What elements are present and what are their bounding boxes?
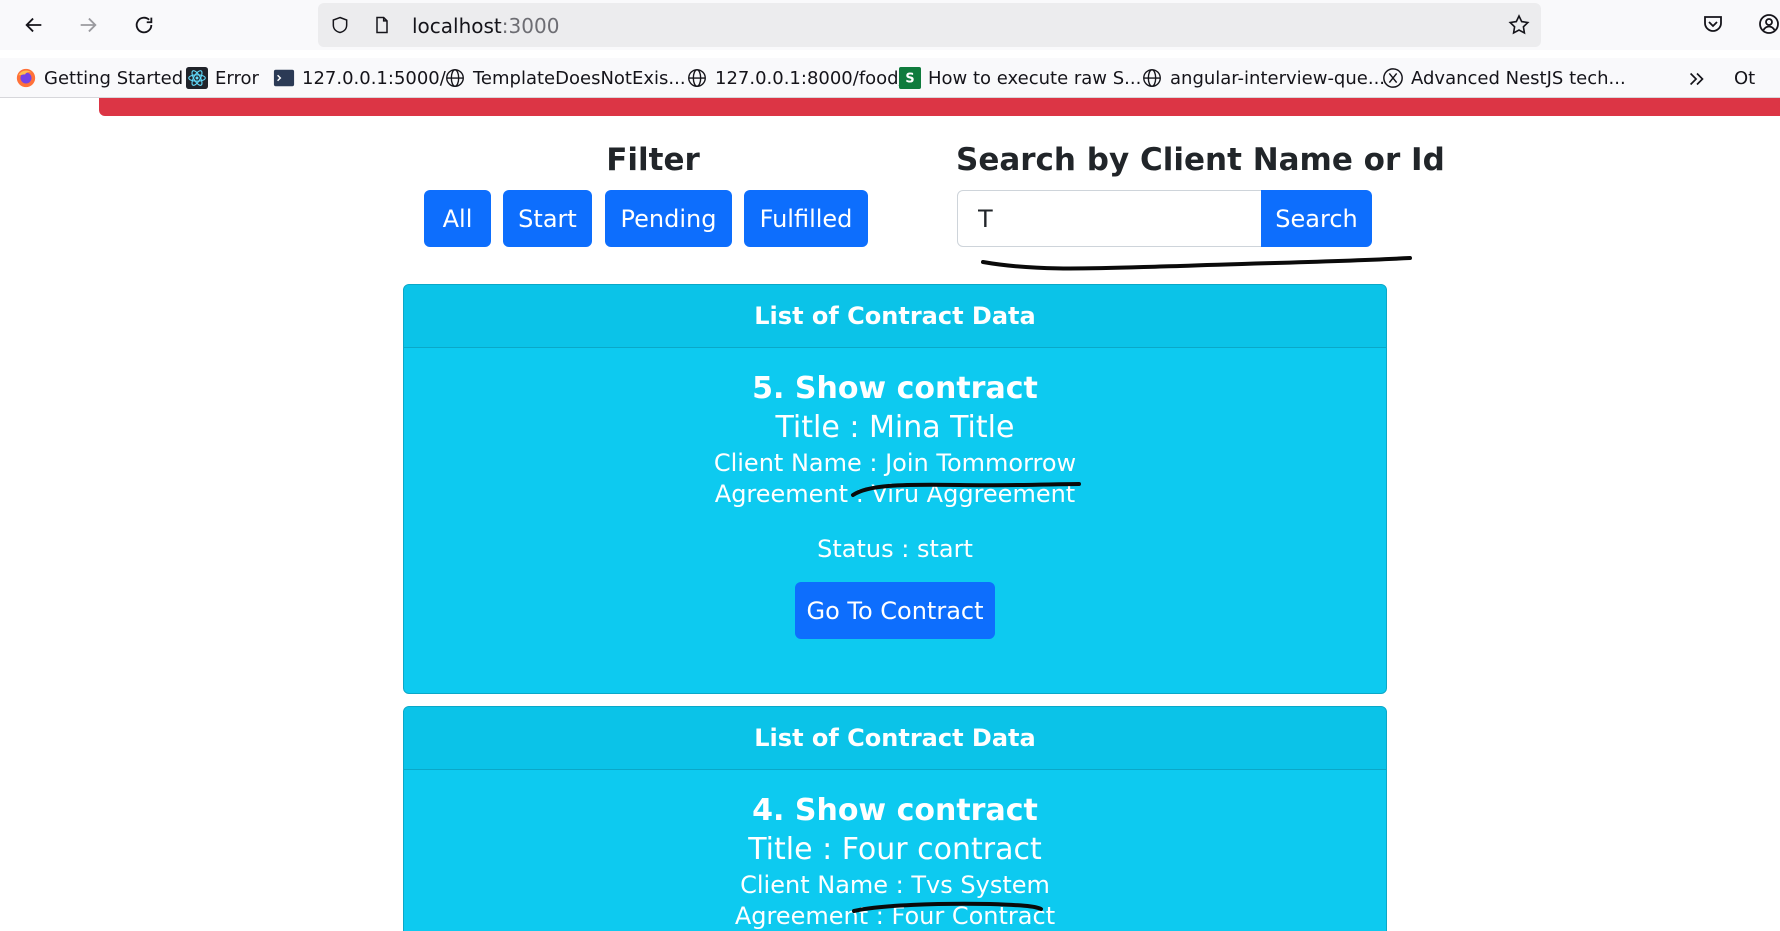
globe-icon: [1143, 69, 1161, 87]
pocket-icon[interactable]: [1701, 12, 1725, 36]
card-header: List of Contract Data: [404, 707, 1386, 770]
chevron-double-right-icon[interactable]: [1686, 68, 1708, 90]
filter-title: Filter: [606, 142, 700, 178]
page-icon[interactable]: [372, 15, 392, 35]
back-arrow-icon[interactable]: [19, 10, 49, 40]
reload-icon[interactable]: [129, 10, 159, 40]
filter-pending-button[interactable]: Pending: [605, 190, 732, 247]
card-header: List of Contract Data: [404, 285, 1386, 348]
card-body: 5. Show contract Title : Mina Title Clie…: [404, 371, 1386, 639]
filter-all-button[interactable]: All: [424, 190, 491, 247]
search-button[interactable]: Search: [1261, 190, 1372, 247]
bookmark-advanced-nestjs[interactable]: Advanced NestJS tech...: [1382, 63, 1626, 93]
other-bookmarks-label: Ot: [1734, 67, 1756, 89]
firefox-icon: [16, 68, 36, 88]
contract-card: List of Contract Data 4. Show contract T…: [403, 706, 1387, 931]
bookmark-execute-raw-sql[interactable]: S How to execute raw S...: [899, 63, 1141, 93]
contract-title: Title : Four contract: [748, 832, 1042, 867]
bookmark-getting-started[interactable]: Getting Started: [15, 63, 183, 93]
url-host: localhost: [412, 14, 502, 38]
search-title: Search by Client Name or Id: [956, 142, 1445, 178]
account-icon[interactable]: [1757, 12, 1780, 36]
bookmark-localhost-8000-food[interactable]: 127.0.0.1:8000/food/: [686, 63, 905, 93]
x-icon: [1383, 68, 1403, 88]
url-port: :3000: [501, 14, 560, 38]
react-icon: [186, 67, 208, 89]
browser-toolbar: localhost:3000: [0, 0, 1780, 50]
bookmark-angular-interview[interactable]: angular-interview-que...: [1141, 63, 1385, 93]
bookmark-label: 127.0.0.1:8000/food/: [715, 67, 905, 89]
contract-title: Title : Mina Title: [775, 410, 1015, 445]
bookmark-label: Error: [215, 67, 259, 89]
bookmark-localhost-5000[interactable]: 127.0.0.1:5000/: [273, 63, 446, 93]
contract-agreement: Agreement : Four Contract: [734, 902, 1056, 930]
contract-card: List of Contract Data 5. Show contract T…: [403, 284, 1387, 694]
s-icon: S: [899, 67, 921, 89]
contract-agreement: Agreement : Viru Aggreement: [714, 480, 1076, 508]
svg-text:S: S: [905, 72, 914, 87]
contract-status: Status : start: [817, 535, 973, 563]
alert-strip: [99, 98, 1780, 116]
globe-icon: [446, 69, 464, 87]
search-input[interactable]: [957, 190, 1262, 247]
contract-client-name: Client Name : Join Tommorrow: [713, 449, 1077, 477]
globe-icon: [688, 69, 706, 87]
search-underline-annotation: [981, 256, 1412, 271]
terminal-icon: [273, 69, 295, 87]
bookmark-label: TemplateDoesNotExis...: [473, 67, 686, 89]
contract-heading: 5. Show contract: [752, 371, 1038, 406]
contract-heading: 4. Show contract: [752, 793, 1038, 828]
bookmark-label: angular-interview-que...: [1170, 67, 1386, 89]
shield-icon[interactable]: [330, 15, 350, 35]
bookmark-template-does-not-exist[interactable]: TemplateDoesNotExis...: [444, 63, 686, 93]
contract-client-name: Client Name : Tvs System: [740, 871, 1050, 899]
filter-fulfilled-button[interactable]: Fulfilled: [744, 190, 868, 247]
other-bookmarks[interactable]: Ot: [1728, 63, 1755, 93]
bookmark-label: Getting Started: [44, 67, 184, 89]
forward-arrow-icon[interactable]: [73, 10, 103, 40]
url-text[interactable]: localhost:3000: [412, 14, 559, 38]
filter-start-button[interactable]: Start: [503, 190, 592, 247]
bookmark-error[interactable]: Error: [186, 63, 259, 93]
bookmark-label: How to execute raw S...: [928, 67, 1142, 89]
bookmark-label: 127.0.0.1:5000/: [302, 67, 446, 89]
bookmarks-bar: Getting Started Error 127.0.0.1:5000/ Te…: [0, 58, 1780, 98]
go-to-contract-button[interactable]: Go To Contract: [795, 582, 995, 639]
address-bar[interactable]: localhost:3000: [318, 3, 1541, 47]
bookmark-label: Advanced NestJS tech...: [1411, 67, 1626, 89]
bookmark-star-icon[interactable]: [1507, 13, 1531, 37]
card-body: 4. Show contract Title : Four contract C…: [404, 793, 1386, 930]
